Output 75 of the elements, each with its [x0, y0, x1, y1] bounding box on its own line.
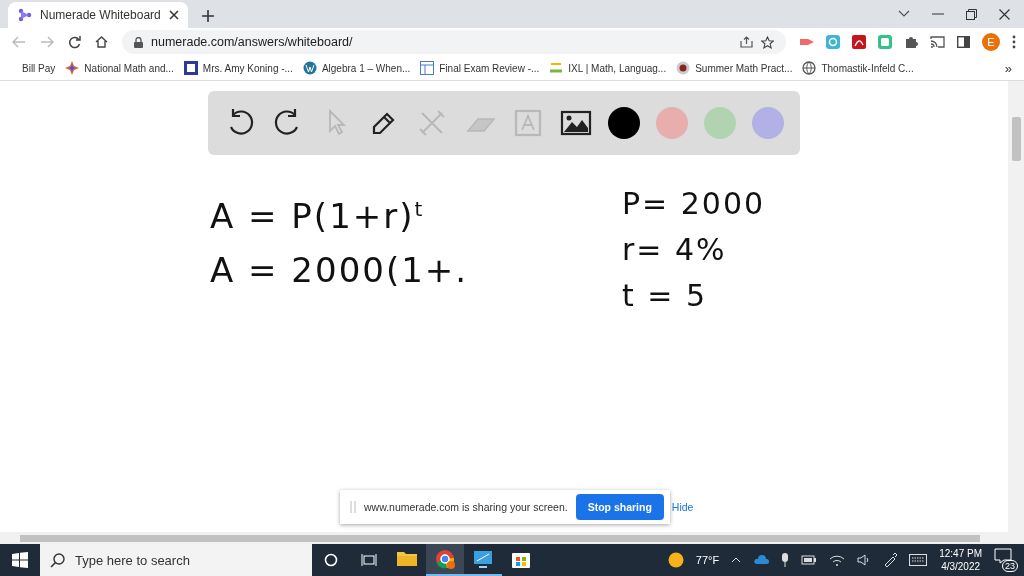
- keyboard-icon[interactable]: [909, 554, 928, 566]
- search-placeholder: Type here to search: [75, 552, 190, 568]
- extension-icon[interactable]: [800, 36, 814, 48]
- bookmark[interactable]: Thomastik-Infeld C...: [802, 61, 914, 75]
- close-icon[interactable]: [999, 8, 1010, 20]
- whiteboard-canvas[interactable]: A = P(1+r)$^{t}$ A = 2000(1+. P= 2000 r= 4% t = 5 www.numerade.com is sharing your screen. Stop sharing Hide: [0, 81, 1008, 532]
- color-swatch[interactable]: [704, 107, 736, 139]
- clock[interactable]: 12:47 PM 4/3/2022: [939, 547, 982, 573]
- scrollbar-thumb[interactable]: [20, 534, 980, 542]
- address-bar[interactable]: numerade.com/answers/whiteboard/: [122, 30, 786, 54]
- side-panel-icon[interactable]: [957, 36, 970, 48]
- restore-icon[interactable]: [966, 8, 977, 20]
- square-logo-icon: [183, 61, 198, 75]
- url-text: numerade.com/answers/whiteboard/: [151, 35, 354, 49]
- wordpress-logo-icon: [302, 61, 317, 75]
- windows-icon[interactable]: [12, 552, 28, 568]
- wifi-icon[interactable]: [829, 554, 846, 566]
- lock-icon: [134, 36, 143, 48]
- stop-sharing-button[interactable]: Stop sharing: [575, 494, 664, 520]
- bookmark[interactable]: Summer Math Pract...: [676, 61, 793, 75]
- date-text: 4/3/2022: [941, 560, 981, 573]
- battery-icon[interactable]: [801, 555, 818, 565]
- time-text: 12:47 PM: [939, 547, 982, 560]
- share-message: www.numerade.com is sharing your screen.: [364, 501, 568, 513]
- color-swatch[interactable]: [752, 107, 784, 139]
- globe-icon: [802, 61, 817, 75]
- close-icon[interactable]: [168, 10, 179, 20]
- reload-icon[interactable]: [68, 35, 81, 49]
- bookmark[interactable]: IXL | Math, Languag...: [549, 61, 667, 75]
- handwritten-text: r= 4%: [622, 231, 728, 269]
- taskbar-app[interactable]: [426, 544, 464, 576]
- grip-icon[interactable]: [350, 501, 356, 513]
- star-icon[interactable]: [761, 35, 774, 49]
- handwritten-text: P= 2000: [622, 185, 766, 223]
- scrollbar-thumb[interactable]: [1011, 117, 1021, 161]
- circle-icon[interactable]: [324, 553, 338, 567]
- plus-icon[interactable]: [202, 10, 214, 22]
- microphone-icon[interactable]: [781, 553, 790, 567]
- notification-icon: [994, 548, 1012, 564]
- home-icon[interactable]: [95, 36, 108, 48]
- handwritten-text: t = 5: [622, 277, 709, 315]
- color-swatch[interactable]: [608, 107, 640, 139]
- chevron-up-icon[interactable]: [731, 557, 742, 563]
- weather-text[interactable]: 77°F: [695, 554, 720, 566]
- menu-icon[interactable]: [1012, 35, 1016, 49]
- puzzle-icon[interactable]: [904, 35, 918, 49]
- bookmark[interactable]: Mrs. Amy Koning -...: [183, 61, 293, 75]
- browser-tab[interactable]: Numerade Whiteboard: [8, 2, 188, 28]
- cast-icon[interactable]: [930, 36, 945, 48]
- hide-link[interactable]: Hide: [671, 501, 694, 513]
- form-icon: [420, 61, 435, 75]
- logo-icon: [549, 61, 564, 75]
- taskbar-search-field[interactable]: Type here to search: [40, 544, 312, 576]
- more-bookmarks-button[interactable]: »: [1004, 60, 1012, 76]
- bookmark[interactable]: Algebra 1 – When...: [302, 61, 411, 75]
- chevron-down-icon[interactable]: [898, 10, 910, 18]
- bookmark[interactable]: National Math and...: [65, 61, 174, 75]
- seal-icon: [676, 61, 691, 75]
- browser-icon: [433, 547, 457, 571]
- notification-count: 23: [1002, 560, 1018, 572]
- handwritten-text: A = 2000(1+.: [210, 249, 469, 293]
- share-icon[interactable]: [740, 36, 753, 48]
- color-swatch[interactable]: [656, 107, 688, 139]
- star-logo-icon: [65, 61, 80, 75]
- cloud-icon[interactable]: [753, 555, 770, 565]
- sun-icon: [667, 552, 684, 568]
- handwritten-text: A = P(1+r)$^{t}$: [210, 195, 426, 239]
- bookmark[interactable]: Bill Pay: [22, 62, 56, 74]
- logo-icon: [18, 8, 32, 22]
- pdf-icon[interactable]: [852, 35, 866, 49]
- search-icon: [50, 552, 65, 568]
- bookmark[interactable]: Final Exam Review -...: [420, 61, 540, 75]
- notification-button[interactable]: 23: [994, 548, 1018, 572]
- pen-icon[interactable]: [883, 553, 898, 567]
- task-view-icon[interactable]: [361, 553, 377, 567]
